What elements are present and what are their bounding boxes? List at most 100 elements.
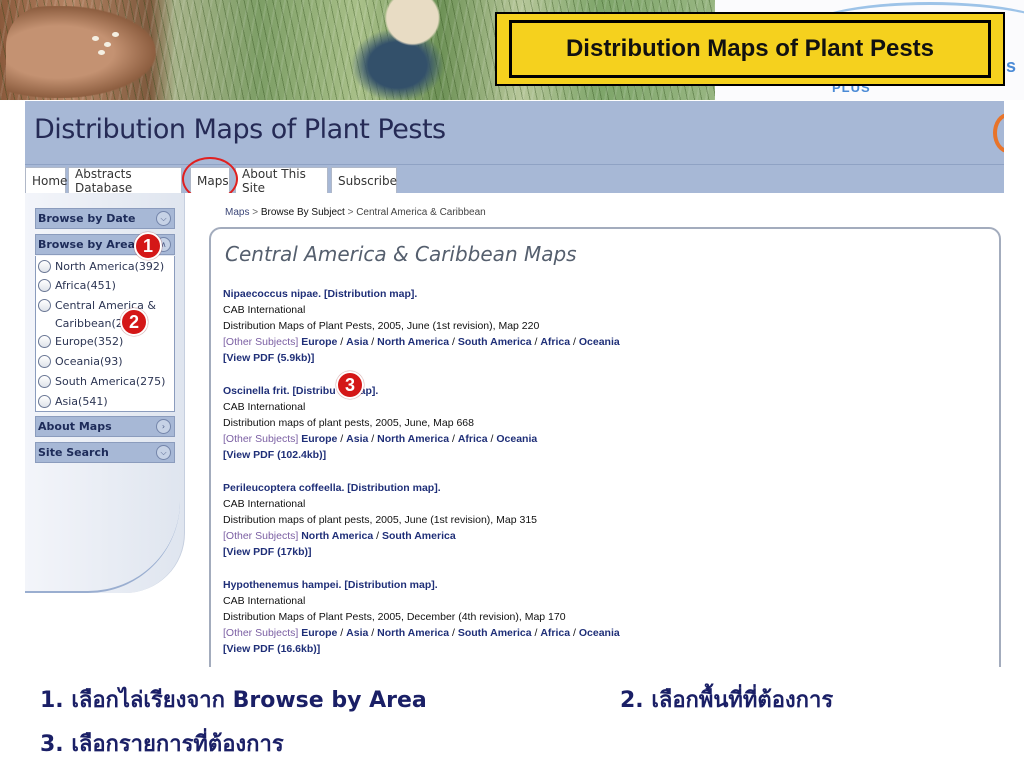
entry-publisher: CAB International bbox=[223, 401, 306, 413]
instruction-step-1: 1. เลือกไล่เรียงจาก Browse by Area bbox=[40, 688, 427, 713]
nav-subscribe[interactable]: Subscribe bbox=[331, 167, 397, 194]
region-link-asia[interactable]: Asia bbox=[346, 336, 368, 348]
entry-other-subjects: [Other Subjects] Europe / Asia / North A… bbox=[223, 433, 538, 445]
area-option-oceania[interactable]: Oceania(93) bbox=[38, 352, 123, 370]
site-search-header[interactable]: Site Search ⌵ bbox=[35, 442, 175, 463]
area-option-africa[interactable]: Africa(451) bbox=[38, 276, 116, 294]
breadcrumb-maps-link[interactable]: Maps bbox=[225, 207, 249, 218]
region-link-oceania[interactable]: Oceania bbox=[579, 627, 620, 639]
map-entry: Hypothenemus hampei. [Distribution map].… bbox=[223, 577, 620, 657]
area-label: Caribbean(20 bbox=[55, 316, 130, 330]
entry-title-part: Oscinella frit. [Distribu bbox=[223, 385, 336, 397]
seed-icon bbox=[104, 42, 111, 47]
site-nav: Home Abstracts Database Maps About This … bbox=[25, 164, 1004, 195]
area-option-caribbean-line[interactable]: Caribbean(20 bbox=[55, 314, 130, 332]
banner: s PLUS Distribution Maps of Plant Pests bbox=[0, 0, 1024, 100]
region-link-africa[interactable]: Africa bbox=[458, 433, 488, 445]
browse-by-date-header[interactable]: Browse by Date ⌵ bbox=[35, 208, 175, 229]
entry-citation: Distribution Maps of Plant Pests, 2005, … bbox=[223, 611, 566, 623]
area-option-asia[interactable]: Asia(541) bbox=[38, 392, 108, 410]
step-marker-2: 2 bbox=[120, 308, 148, 336]
radio-button[interactable] bbox=[38, 354, 51, 368]
area-list: North America(392) Africa(451) Central A… bbox=[35, 256, 175, 412]
radio-button[interactable] bbox=[38, 278, 51, 292]
step-marker-1: 1 bbox=[134, 232, 162, 260]
site-header: Distribution Maps of Plant Pests bbox=[25, 101, 1004, 164]
entry-citation: Distribution maps of plant pests, 2005, … bbox=[223, 514, 537, 526]
area-label: Europe(352) bbox=[55, 334, 124, 348]
region-link-north-america[interactable]: North America bbox=[301, 530, 373, 542]
browse-by-date-label: Browse by Date bbox=[38, 212, 136, 225]
view-pdf-link[interactable]: [View PDF (102.4kb)] bbox=[223, 447, 537, 463]
entry-title-link[interactable]: Oscinella frit. [Distribu ap]. bbox=[223, 383, 537, 399]
other-subjects-label: [Other Subjects] bbox=[223, 336, 299, 348]
other-subjects-label: [Other Subjects] bbox=[223, 530, 299, 542]
seed-icon bbox=[112, 32, 119, 37]
site-title: Distribution Maps of Plant Pests bbox=[34, 114, 446, 145]
map-entry: Oscinella frit. [Distribu ap]. CAB Intern… bbox=[223, 383, 537, 463]
radio-button[interactable] bbox=[38, 298, 51, 312]
chevron-down-icon[interactable]: ⌵ bbox=[156, 211, 171, 226]
breadcrumb-separator: > bbox=[249, 207, 261, 218]
region-link-europe[interactable]: Europe bbox=[301, 336, 337, 348]
map-entry: Nipaecoccus nipae. [Distribution map]. C… bbox=[223, 286, 620, 366]
map-entry: Perileucoptera coffeella. [Distribution … bbox=[223, 480, 537, 560]
area-label: Asia(541) bbox=[55, 394, 108, 408]
area-label: South America(275) bbox=[55, 374, 166, 388]
breadcrumb: Maps > Browse By Subject > Central Ameri… bbox=[225, 207, 486, 218]
website-screenshot: Distribution Maps of Plant Pests Home Ab… bbox=[25, 101, 1004, 667]
entry-other-subjects: [Other Subjects] Europe / Asia / North A… bbox=[223, 336, 620, 348]
instruction-step-3: 3. เลือกรายการที่ต้องการ bbox=[40, 732, 284, 757]
breadcrumb-separator: > bbox=[344, 207, 357, 218]
region-link-south-america[interactable]: South America bbox=[458, 336, 532, 348]
nav-about-this-site[interactable]: About This Site bbox=[235, 167, 328, 195]
area-option-europe[interactable]: Europe(352) bbox=[38, 332, 123, 350]
chevron-down-icon[interactable]: ⌵ bbox=[156, 445, 171, 460]
region-link-asia[interactable]: Asia bbox=[346, 433, 368, 445]
entry-title-link[interactable]: Nipaecoccus nipae. [Distribution map]. bbox=[223, 286, 620, 302]
area-label: North America(392) bbox=[55, 259, 165, 273]
chevron-right-icon[interactable]: › bbox=[156, 419, 171, 434]
nav-home[interactable]: Home bbox=[25, 167, 67, 194]
panel-title: Central America & Caribbean Maps bbox=[225, 242, 577, 266]
region-link-europe[interactable]: Europe bbox=[301, 627, 337, 639]
radio-button[interactable] bbox=[38, 394, 51, 408]
banner-title-box: Distribution Maps of Plant Pests bbox=[495, 12, 1005, 86]
region-link-oceania[interactable]: Oceania bbox=[496, 433, 537, 445]
breadcrumb-subject-link[interactable]: Browse By Subject bbox=[261, 207, 345, 218]
seed-icon bbox=[92, 36, 99, 41]
region-link-asia[interactable]: Asia bbox=[346, 627, 368, 639]
seed-icon bbox=[98, 50, 105, 55]
about-maps-label: About Maps bbox=[38, 420, 112, 433]
entry-title-link[interactable]: Hypothenemus hampei. [Distribution map]. bbox=[223, 577, 620, 593]
region-link-oceania[interactable]: Oceania bbox=[579, 336, 620, 348]
region-link-africa[interactable]: Africa bbox=[540, 336, 570, 348]
entry-title-link[interactable]: Perileucoptera coffeella. [Distribution … bbox=[223, 480, 537, 496]
region-link-south-america[interactable]: South America bbox=[458, 627, 532, 639]
hands-image bbox=[6, 6, 156, 98]
view-pdf-link[interactable]: [View PDF (17kb)] bbox=[223, 544, 537, 560]
region-link-north-america[interactable]: North America bbox=[377, 627, 449, 639]
radio-button[interactable] bbox=[38, 259, 51, 273]
nav-abstracts-database[interactable]: Abstracts Database bbox=[68, 167, 182, 195]
banner-title: Distribution Maps of Plant Pests bbox=[565, 35, 935, 62]
view-pdf-link[interactable]: [View PDF (16.6kb)] bbox=[223, 641, 620, 657]
radio-button[interactable] bbox=[38, 334, 51, 348]
entry-citation: Distribution Maps of Plant Pests, 2005, … bbox=[223, 320, 540, 332]
view-pdf-link[interactable]: [View PDF (5.9kb)] bbox=[223, 350, 620, 366]
area-option-south-america[interactable]: South America(275) bbox=[38, 372, 165, 390]
breadcrumb-current: Central America & Caribbean bbox=[356, 207, 486, 218]
region-link-north-america[interactable]: North America bbox=[377, 433, 449, 445]
browse-by-area-label: Browse by Area bbox=[38, 238, 136, 251]
region-link-europe[interactable]: Europe bbox=[301, 433, 337, 445]
region-link-south-america[interactable]: South America bbox=[382, 530, 456, 542]
region-link-africa[interactable]: Africa bbox=[540, 627, 570, 639]
logo-letter: s bbox=[1006, 56, 1017, 76]
radio-button[interactable] bbox=[38, 374, 51, 388]
site-logo-icon bbox=[993, 113, 1004, 153]
region-link-north-america[interactable]: North America bbox=[377, 336, 449, 348]
entry-publisher: CAB International bbox=[223, 304, 306, 316]
area-label: Oceania(93) bbox=[55, 354, 123, 368]
about-maps-header[interactable]: About Maps › bbox=[35, 416, 175, 437]
other-subjects-label: [Other Subjects] bbox=[223, 627, 299, 639]
